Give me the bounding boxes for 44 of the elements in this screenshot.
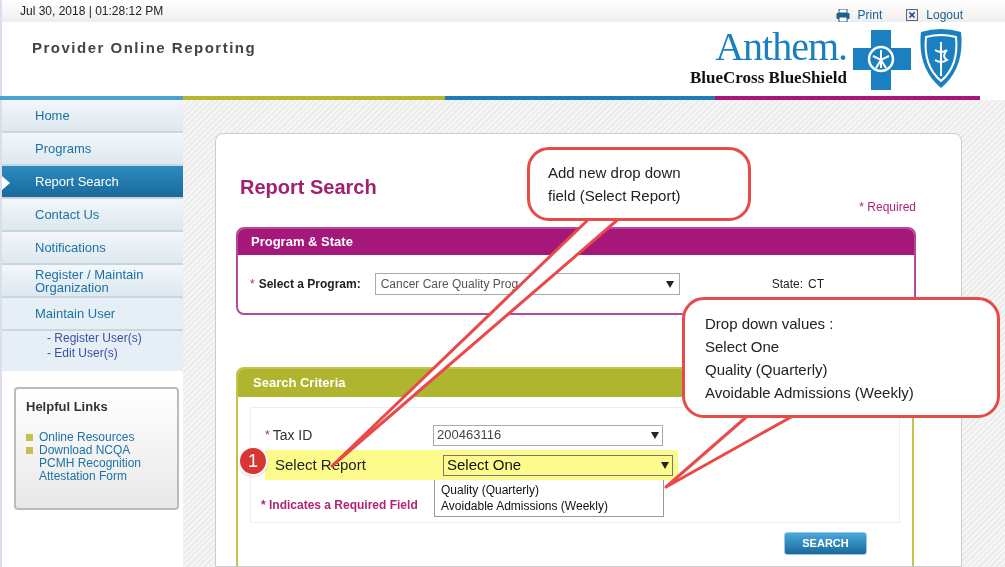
- dropdown-option[interactable]: Avoidable Admissions (Weekly): [435, 498, 663, 514]
- callout-text: Drop down values :: [705, 313, 835, 334]
- required-field-note: * Indicates a Required Field: [261, 498, 418, 512]
- nav-item[interactable]: Report Search: [2, 166, 183, 199]
- report-select[interactable]: 200463116: [433, 424, 663, 446]
- bullet-icon: [26, 433, 33, 441]
- nav-item[interactable]: Contact Us: [2, 199, 183, 232]
- nav-item[interactable]: Register / Maintain Organization: [2, 265, 183, 298]
- nav-item[interactable]: Programs: [2, 133, 183, 166]
- required-mark: *: [265, 427, 270, 444]
- dropdown-option[interactable]: Quality (Quarterly): [435, 482, 663, 498]
- helpful-link[interactable]: Online Resources: [39, 430, 135, 444]
- caret-icon: [651, 431, 659, 439]
- state-label: State:: [771, 276, 804, 293]
- printer-icon: [835, 8, 850, 22]
- required-mark: *: [250, 276, 255, 293]
- logo-wordmark: Anthem.: [715, 26, 847, 68]
- field-label: Select a Program:: [258, 276, 362, 293]
- panel-title: Program & State: [238, 229, 914, 255]
- helpful-link[interactable]: Download NCQA PCMH Recognition Attestation Form: [39, 443, 167, 483]
- logo-subtitle: BlueCross BlueShield: [690, 68, 847, 88]
- search-button[interactable]: SEARCH: [784, 532, 867, 555]
- logout-link[interactable]: Logout: [906, 6, 963, 24]
- panel-title: Helpful Links: [26, 398, 109, 416]
- nav-item[interactable]: Home: [2, 100, 183, 133]
- cross-logo-icon: [851, 28, 913, 92]
- nav-subitem[interactable]: - Edit User(s): [47, 346, 183, 361]
- caret-icon: [665, 280, 674, 288]
- date-time: Jul 30, 2018 | 01:28:12 PM: [20, 3, 164, 20]
- state-value: CT: [808, 276, 825, 293]
- report-select[interactable]: Select One: [443, 454, 673, 476]
- bullet-icon: [26, 446, 33, 454]
- print-link[interactable]: Print: [835, 6, 883, 24]
- required-note: * Required: [859, 199, 916, 216]
- callout-text: Add new drop down: [548, 163, 682, 183]
- callout-text: Select One: [705, 336, 781, 357]
- close-icon: [906, 9, 919, 21]
- nav-item[interactable]: Notifications: [2, 232, 183, 265]
- callout-text: field (Select Report): [548, 186, 682, 206]
- nav-subitem[interactable]: - Register User(s): [47, 331, 183, 346]
- page-title: Report Search: [239, 175, 377, 200]
- field-label: Tax ID: [272, 425, 313, 445]
- app-title: Provider Online Reporting: [32, 38, 257, 58]
- caret-icon: [661, 461, 669, 469]
